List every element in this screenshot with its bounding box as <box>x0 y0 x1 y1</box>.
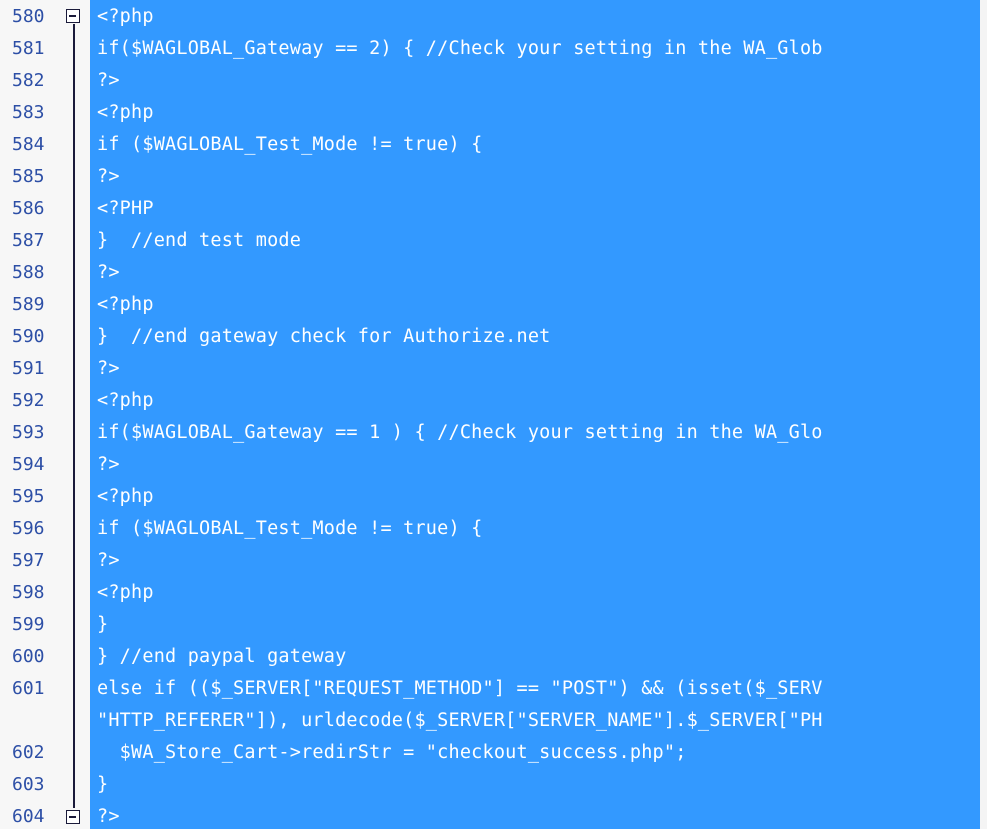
code-row[interactable]: 588 ?> <box>0 258 980 290</box>
code-text[interactable]: } <box>97 774 980 795</box>
code-text[interactable]: "HTTP_REFERER"]), urldecode($_SERVER["SE… <box>97 710 980 731</box>
line-number: 592 <box>12 390 45 411</box>
code-text[interactable]: } //end paypal gateway <box>97 646 980 667</box>
code-row[interactable]: 587 } //end test mode <box>0 226 980 258</box>
line-number: 587 <box>12 230 45 251</box>
line-number: 597 <box>12 550 45 571</box>
code-text[interactable]: <?PHP <box>97 198 980 219</box>
code-text[interactable]: ?> <box>97 70 980 91</box>
code-row[interactable]: 604 ?> <box>0 802 980 829</box>
code-row[interactable]: 591 ?> <box>0 354 980 386</box>
code-text[interactable]: } //end gateway check for Authorize.net <box>97 326 980 347</box>
code-text[interactable]: ?> <box>97 358 980 379</box>
line-number: 602 <box>12 742 45 763</box>
code-row[interactable]: 597 ?> <box>0 546 980 578</box>
code-text[interactable]: if($WAGLOBAL_Gateway == 1 ) { //Check yo… <box>97 422 980 443</box>
line-number: 580 <box>12 6 45 27</box>
code-row[interactable]: 582 ?> <box>0 66 980 98</box>
code-row[interactable]: 589 <?php <box>0 290 980 322</box>
code-row[interactable]: 584 if ($WAGLOBAL_Test_Mode != true) { <box>0 130 980 162</box>
code-row[interactable]: 601 else if (($_SERVER["REQUEST_METHOD"]… <box>0 674 980 706</box>
code-text[interactable]: <?php <box>97 390 980 411</box>
line-number: 586 <box>12 198 45 219</box>
code-text[interactable]: } <box>97 614 980 635</box>
code-row[interactable]: 596 if ($WAGLOBAL_Test_Mode != true) { <box>0 514 980 546</box>
code-text[interactable]: ?> <box>97 454 980 475</box>
line-number: 594 <box>12 454 45 475</box>
code-row[interactable]: 599 } <box>0 610 980 642</box>
code-row[interactable]: 580 <?php <box>0 2 980 34</box>
code-row[interactable]: 603 } <box>0 770 980 802</box>
line-number: 590 <box>12 326 45 347</box>
code-text[interactable]: if ($WAGLOBAL_Test_Mode != true) { <box>97 518 980 539</box>
editor-right-border <box>980 0 987 829</box>
code-text[interactable]: if($WAGLOBAL_Gateway == 2) { //Check you… <box>97 38 980 59</box>
line-number: 598 <box>12 582 45 603</box>
code-text[interactable]: } //end test mode <box>97 230 980 251</box>
code-text[interactable]: else if (($_SERVER["REQUEST_METHOD"] == … <box>97 678 980 699</box>
code-text[interactable]: <?php <box>97 102 980 123</box>
code-row[interactable]: 586 <?PHP <box>0 194 980 226</box>
code-text[interactable]: <?php <box>97 486 980 507</box>
code-text[interactable]: <?php <box>97 582 980 603</box>
line-number: 593 <box>12 422 45 443</box>
code-text[interactable]: if ($WAGLOBAL_Test_Mode != true) { <box>97 134 980 155</box>
line-number: 582 <box>12 70 45 91</box>
line-number: 591 <box>12 358 45 379</box>
code-row[interactable]: 602 $WA_Store_Cart->redirStr = "checkout… <box>0 738 980 770</box>
code-text[interactable]: ?> <box>97 166 980 187</box>
line-number: 589 <box>12 294 45 315</box>
line-number: 583 <box>12 102 45 123</box>
code-row[interactable]: 581 if($WAGLOBAL_Gateway == 2) { //Check… <box>0 34 980 66</box>
code-row[interactable]: 585 ?> <box>0 162 980 194</box>
code-text[interactable]: <?php <box>97 6 980 27</box>
line-number: 585 <box>12 166 45 187</box>
code-editor[interactable]: 580 <?php 581 if($WAGLOBAL_Gateway == 2)… <box>0 0 987 829</box>
line-number: 604 <box>12 806 45 827</box>
line-number: 595 <box>12 486 45 507</box>
code-row[interactable]: 593 if($WAGLOBAL_Gateway == 1 ) { //Chec… <box>0 418 980 450</box>
line-number: 600 <box>12 646 45 667</box>
code-text[interactable]: ?> <box>97 806 980 827</box>
line-number: 588 <box>12 262 45 283</box>
line-number: 584 <box>12 134 45 155</box>
code-row[interactable]: 600 } //end paypal gateway <box>0 642 980 674</box>
line-number: 599 <box>12 614 45 635</box>
code-text[interactable]: ?> <box>97 550 980 571</box>
code-text[interactable]: ?> <box>97 262 980 283</box>
code-text[interactable]: $WA_Store_Cart->redirStr = "checkout_suc… <box>97 742 980 763</box>
line-number: 596 <box>12 518 45 539</box>
code-row[interactable]: 592 <?php <box>0 386 980 418</box>
code-text[interactable]: <?php <box>97 294 980 315</box>
code-row-wrapped[interactable]: "HTTP_REFERER"]), urldecode($_SERVER["SE… <box>0 706 980 738</box>
code-row[interactable]: 583 <?php <box>0 98 980 130</box>
code-row[interactable]: 590 } //end gateway check for Authorize.… <box>0 322 980 354</box>
code-row[interactable]: 595 <?php <box>0 482 980 514</box>
code-row[interactable]: 598 <?php <box>0 578 980 610</box>
line-number: 603 <box>12 774 45 795</box>
code-row[interactable]: 594 ?> <box>0 450 980 482</box>
line-number: 601 <box>12 678 45 699</box>
line-number: 581 <box>12 38 45 59</box>
